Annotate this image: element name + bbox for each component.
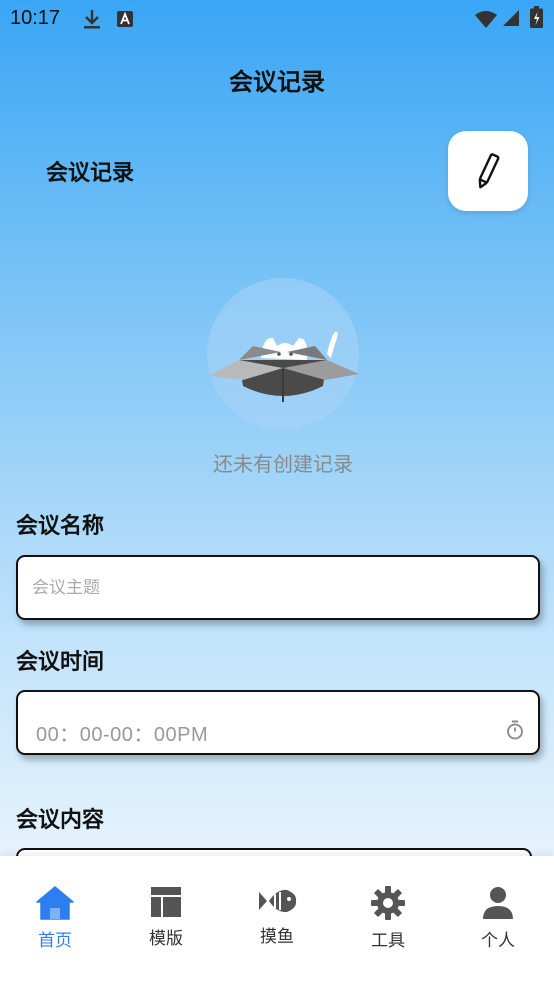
signal-icon [503,10,519,26]
nav-label-template: 模版 [149,929,183,949]
download-icon [84,10,100,29]
nav-item-tools[interactable]: 工具 [343,886,433,951]
nav-item-fish[interactable]: 摸鱼 [232,886,322,947]
gear-icon [371,886,405,920]
status-time: 10:17 [10,7,61,29]
template-icon [151,887,181,917]
pencil-icon [478,153,500,189]
meeting-name-field[interactable] [16,555,540,620]
section-title: 会议记录 [46,161,135,186]
nav-item-home[interactable]: 首页 [10,886,100,951]
meeting-time-value: 00：00-00：00PM [36,724,209,746]
home-icon [36,886,74,920]
battery-icon [530,6,543,28]
cat-in-box-icon [207,278,359,430]
nav-label-tools: 工具 [371,931,405,951]
page-title: 会议记录 [229,68,325,96]
app-notification-icon [117,11,133,27]
timer-icon[interactable] [506,720,524,740]
empty-state-message: 还未有创建记录 [213,452,353,476]
edit-button[interactable] [448,131,528,211]
nav-label-profile: 个人 [481,931,515,951]
nav-item-profile[interactable]: 个人 [453,886,543,951]
nav-label-fish: 摸鱼 [260,927,294,947]
empty-state-illustration [203,276,363,436]
status-bar: 10:17 [0,0,554,38]
fish-icon [259,889,297,913]
person-icon [483,887,513,919]
wifi-icon [475,11,497,28]
meeting-time-field[interactable]: 00：00-00：00PM [16,690,540,755]
meeting-name-label: 会议名称 [16,514,105,539]
nav-item-template[interactable]: 模版 [121,886,211,949]
nav-label-home: 首页 [38,931,72,951]
bottom-nav: 首页 模版 摸鱼 工具 个人 [0,856,554,984]
meeting-time-label: 会议时间 [16,650,105,675]
meeting-name-input[interactable] [30,577,484,599]
meeting-content-label: 会议内容 [16,808,105,833]
